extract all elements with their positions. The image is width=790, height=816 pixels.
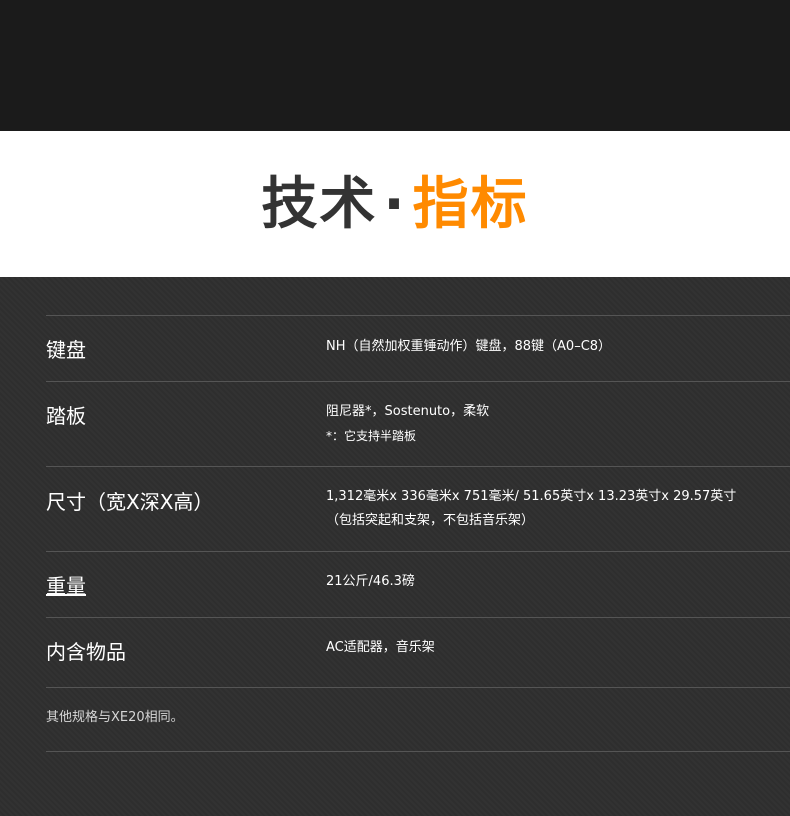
spec-value-pedal-note: *：它支持半踏板	[326, 429, 417, 443]
top-dark-band	[0, 0, 790, 131]
divider	[46, 551, 790, 552]
title-dot: ·	[383, 171, 407, 237]
title-band: 技术 · 指标	[0, 131, 790, 277]
spec-label-keyboard: 键盘	[46, 338, 86, 362]
divider	[46, 751, 790, 752]
spec-label-pedal: 踏板	[46, 404, 86, 428]
spec-value-weight: 21公斤/46.3磅	[326, 574, 415, 589]
divider	[46, 315, 790, 316]
spec-value-pedal: 阻尼器*，Sostenuto，柔软	[326, 404, 490, 419]
footnote: 其他规格与XE20相同。	[46, 710, 184, 725]
divider	[46, 687, 790, 688]
spec-table: 键盘 NH（自然加权重锤动作）键盘，88键（A0–C8） 踏板 阻尼器*，Sos…	[0, 277, 790, 816]
spec-label-dimensions: 尺寸（宽X深X高）	[46, 490, 214, 514]
divider	[46, 617, 790, 618]
divider	[46, 466, 790, 467]
title-part1: 技术	[261, 171, 378, 237]
spec-value-included-items: AC适配器，音乐架	[326, 640, 435, 655]
spec-label-weight: 重量	[46, 574, 86, 598]
spec-value-dimensions: 1,312毫米x 336毫米x 751毫米/ 51.65英寸x 13.23英寸x…	[326, 489, 737, 504]
title-part2: 指标	[412, 171, 529, 237]
spec-label-included-items: 内含物品	[46, 640, 126, 664]
spec-value-keyboard: NH（自然加权重锤动作）键盘，88键（A0–C8）	[326, 339, 612, 354]
spec-value-dimensions-note: （包括突起和支架，不包括音乐架）	[326, 513, 535, 528]
page-title: 技术 · 指标	[261, 171, 529, 237]
divider	[46, 381, 790, 382]
